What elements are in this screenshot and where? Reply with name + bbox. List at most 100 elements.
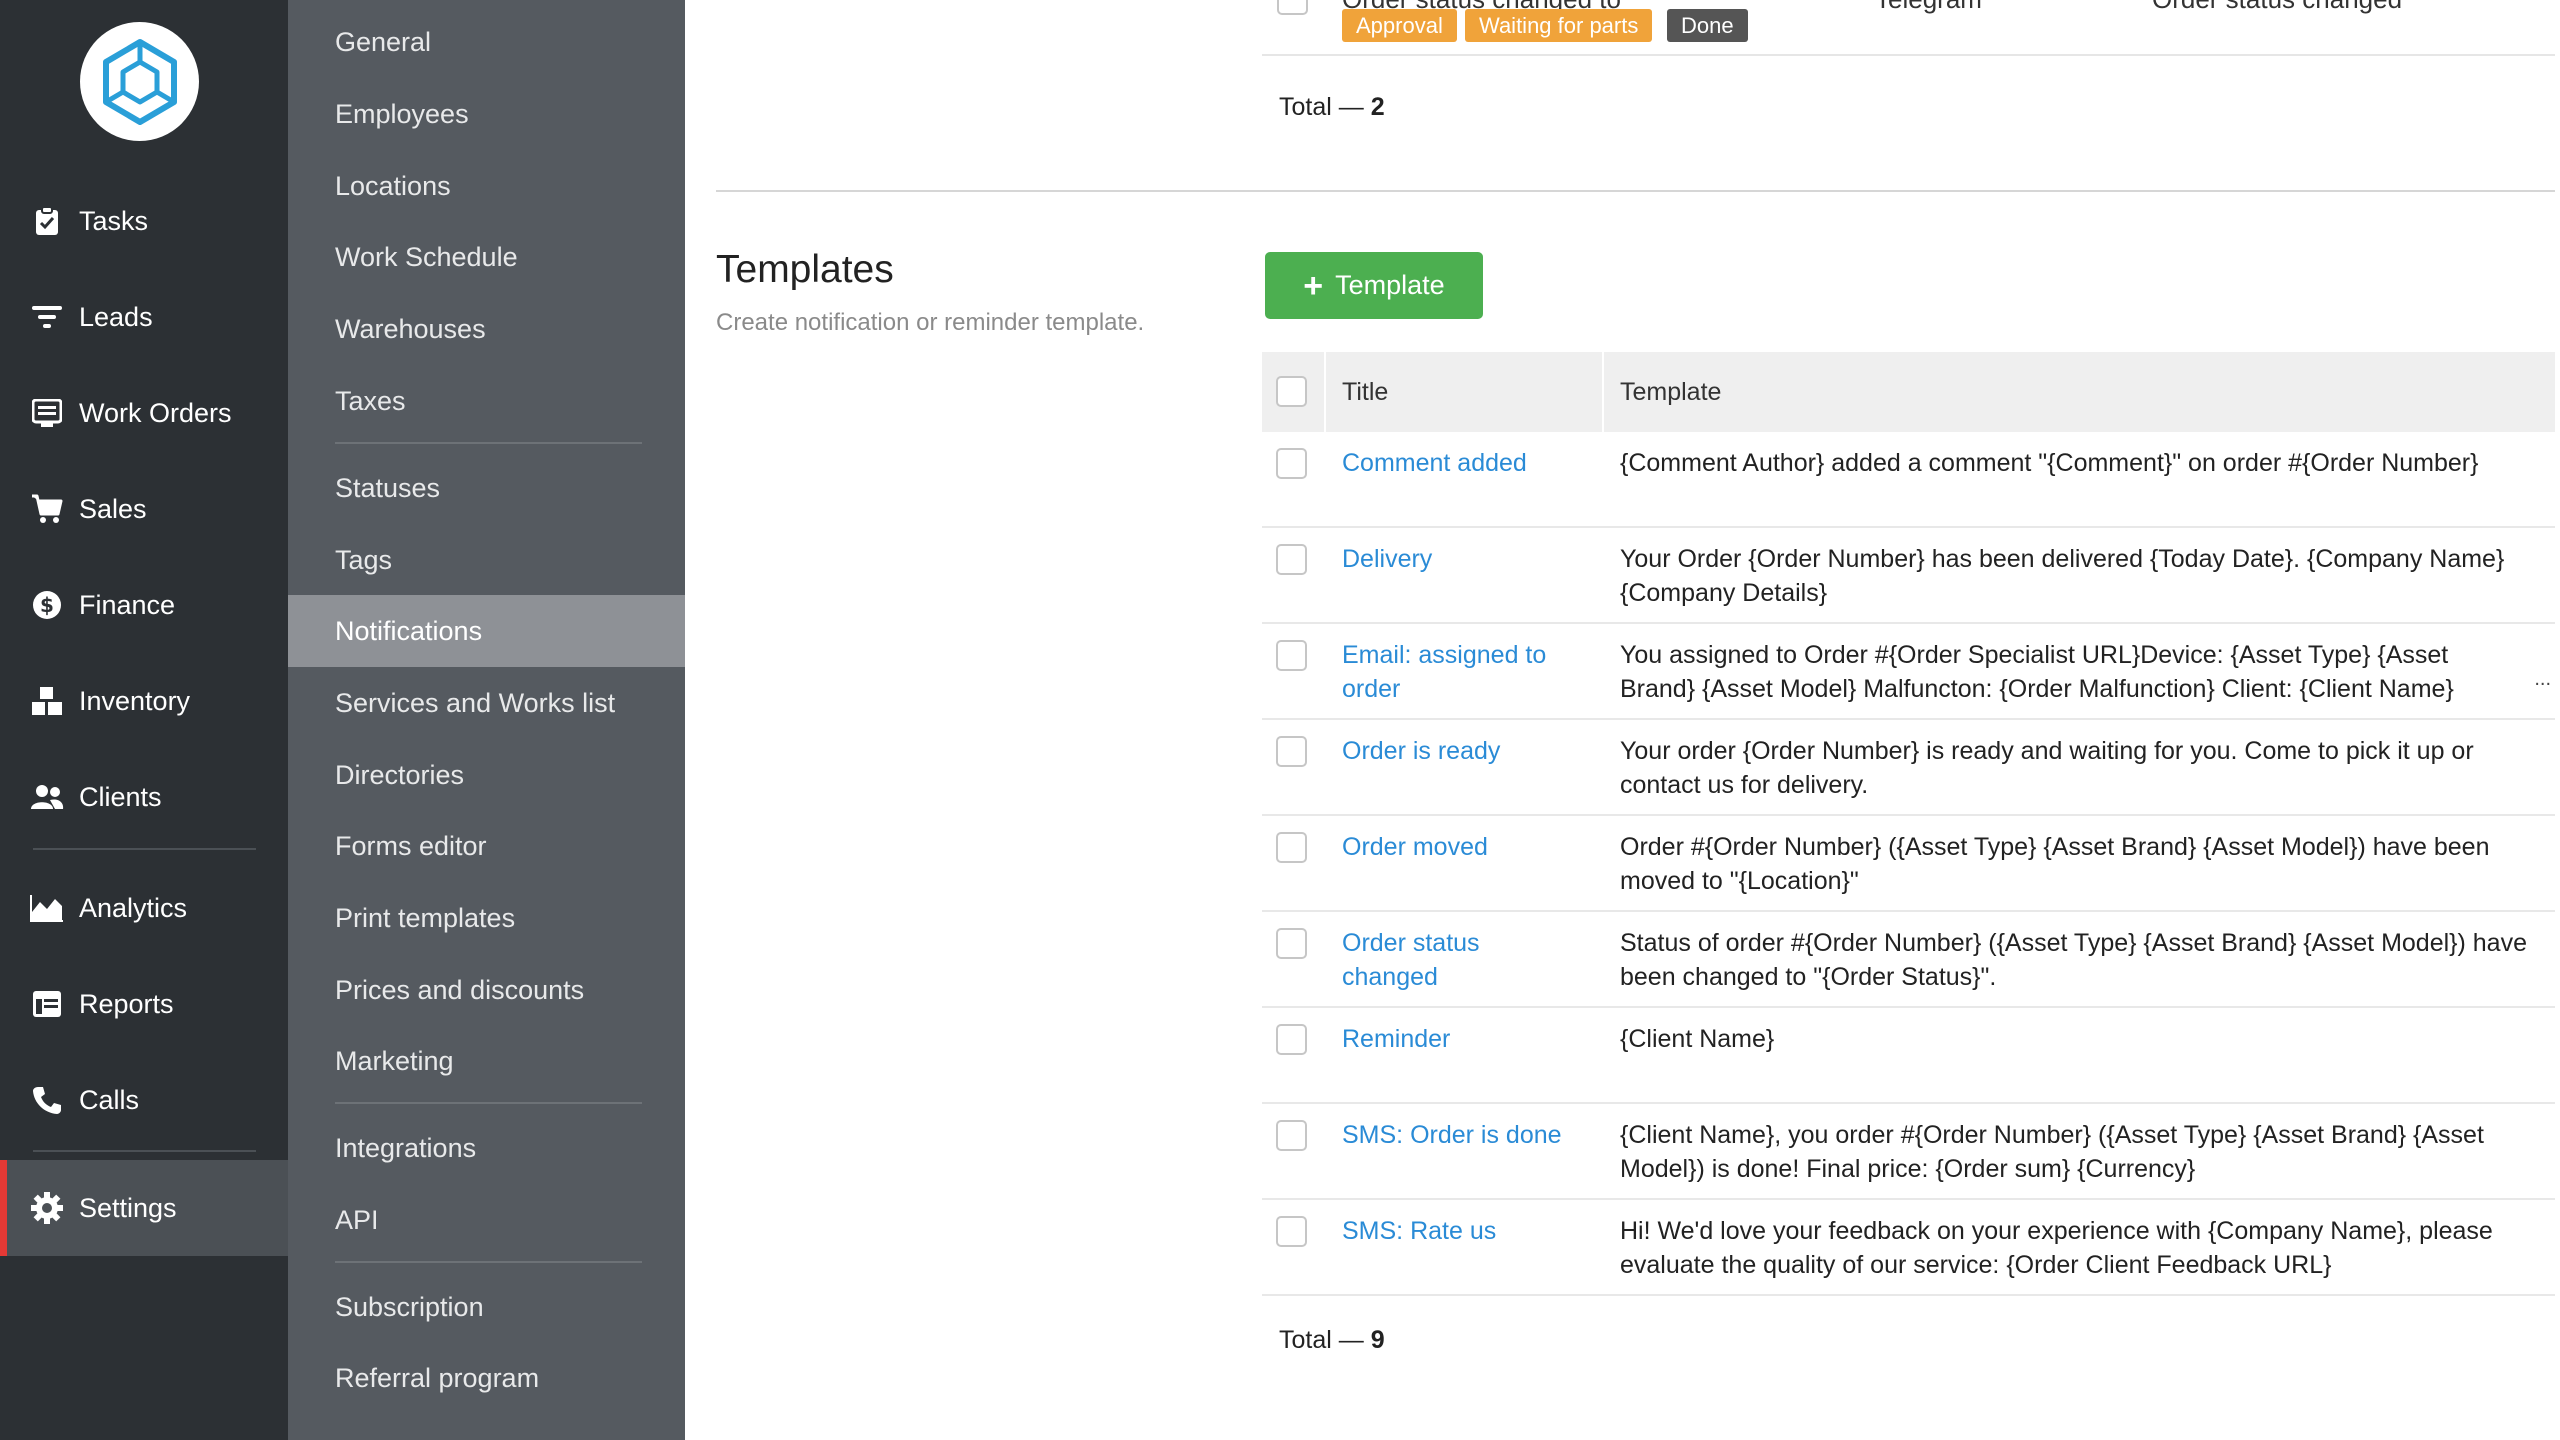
nav-item-settings[interactable]: Settings — [0, 1160, 288, 1256]
status-badge-waiting-for-parts: Waiting for parts — [1465, 9, 1653, 42]
template-title-link[interactable]: Comment added — [1342, 446, 1572, 480]
add-template-label: Template — [1335, 270, 1445, 300]
column-header-title[interactable]: Title — [1342, 352, 1388, 432]
submenu-divider — [335, 1102, 642, 1104]
table-row[interactable]: Email: assigned to order You assigned to… — [1262, 624, 2555, 720]
nav-item-reports[interactable]: Reports — [0, 956, 288, 1052]
clipboard-check-icon — [30, 204, 64, 238]
template-title-link[interactable]: Email: assigned to order — [1342, 638, 1572, 706]
nav-item-tasks[interactable]: Tasks — [0, 173, 288, 269]
submenu-item-subscription[interactable]: Subscription — [288, 1271, 685, 1343]
templates-table: Title Template Comment added {Comment Au… — [1262, 352, 2555, 1296]
row-checkbox[interactable] — [1276, 1120, 1307, 1151]
template-text: Your Order {Order Number} has been deliv… — [1620, 545, 2505, 607]
nav-item-work-orders[interactable]: Work Orders — [0, 365, 288, 461]
submenu-item-api[interactable]: API — [288, 1184, 685, 1256]
submenu-item-prices-and-discounts[interactable]: Prices and discounts — [288, 954, 685, 1026]
row-checkbox[interactable] — [1277, 0, 1308, 15]
dollar-icon: $ — [30, 588, 64, 622]
nav-item-analytics[interactable]: Analytics — [0, 860, 288, 956]
row-checkbox[interactable] — [1276, 640, 1307, 671]
row-checkbox[interactable] — [1276, 736, 1307, 767]
template-title-link[interactable]: Order status changed — [1342, 926, 1502, 994]
users-icon — [30, 780, 64, 814]
nav-item-finance[interactable]: $ Finance — [0, 557, 288, 653]
templates-total: Total — 9 — [1279, 1326, 1385, 1354]
nav-label: Analytics — [79, 892, 188, 923]
table-row[interactable]: SMS: Rate us Hi! We'd love your feedback… — [1262, 1200, 2555, 1296]
table-row[interactable]: Delivery Your Order {Order Number} has b… — [1262, 528, 2555, 624]
nav-label: Reports — [79, 988, 174, 1019]
table-row[interactable]: Reminder {Client Name} — [1262, 1008, 2555, 1104]
hexagon-logo-icon — [102, 38, 177, 125]
submenu-item-employees[interactable]: Employees — [288, 78, 685, 150]
nav-label: Tasks — [79, 205, 149, 236]
table-row[interactable]: Comment added {Comment Author} added a c… — [1262, 432, 2555, 528]
submenu-item-locations[interactable]: Locations — [288, 150, 685, 222]
submenu-item-services-and-works-list[interactable]: Services and Works list — [288, 667, 685, 739]
submenu-item-warehouses[interactable]: Warehouses — [288, 293, 685, 365]
nav-item-sales[interactable]: Sales — [0, 461, 288, 557]
template-title-link[interactable]: Delivery — [1342, 542, 1572, 576]
submenu-divider — [335, 442, 642, 444]
notification-channel: Telegram — [1875, 0, 1982, 15]
main-content: Order status changed to Telegram Order s… — [685, 0, 2560, 1440]
cart-icon — [30, 492, 64, 526]
main-sidebar: Tasks Leads Work Orders Sales $ Finance … — [0, 0, 288, 1440]
nav-label: Clients — [79, 781, 162, 812]
row-checkbox[interactable] — [1276, 1024, 1307, 1055]
select-all-checkbox[interactable] — [1276, 376, 1307, 407]
svg-text:$: $ — [40, 593, 54, 617]
template-text: {Client Name} — [1620, 1025, 1775, 1053]
nav-item-clients[interactable]: Clients — [0, 749, 288, 845]
nav-label: Settings — [79, 1192, 177, 1223]
chart-area-icon — [30, 891, 64, 925]
template-title-link[interactable]: Order moved — [1342, 830, 1572, 864]
app-logo[interactable] — [80, 22, 199, 141]
row-checkbox[interactable] — [1276, 544, 1307, 575]
table-row[interactable]: Order moved Order #{Order Number} ({Asse… — [1262, 816, 2555, 912]
submenu-item-directories[interactable]: Directories — [288, 739, 685, 811]
filter-icon — [30, 300, 64, 334]
submenu-divider — [335, 1261, 642, 1263]
row-checkbox[interactable] — [1276, 832, 1307, 863]
add-template-button[interactable]: + Template — [1265, 252, 1483, 319]
submenu-item-notifications[interactable]: Notifications — [288, 595, 685, 667]
nav-item-leads[interactable]: Leads — [0, 269, 288, 365]
settings-submenu: General Employees Locations Work Schedul… — [288, 0, 685, 1440]
submenu-item-print-templates[interactable]: Print templates — [288, 882, 685, 954]
submenu-item-marketing[interactable]: Marketing — [288, 1025, 685, 1097]
list-icon — [30, 396, 64, 430]
submenu-item-forms-editor[interactable]: Forms editor — [288, 810, 685, 882]
template-title-link[interactable]: Reminder — [1342, 1022, 1572, 1056]
submenu-item-statuses[interactable]: Statuses — [288, 452, 685, 524]
table-icon — [30, 987, 64, 1021]
row-checkbox[interactable] — [1276, 1216, 1307, 1247]
phone-icon — [30, 1083, 64, 1117]
nav-label: Inventory — [79, 685, 191, 716]
top-table-total: Total — 2 — [1279, 93, 1385, 121]
template-text: {Comment Author} added a comment "{Comme… — [1620, 449, 2479, 477]
table-row[interactable]: Order status changed Status of order #{O… — [1262, 912, 2555, 1008]
nav-label: Work Orders — [79, 397, 232, 428]
nav-item-inventory[interactable]: Inventory — [0, 653, 288, 749]
table-row[interactable]: Order is ready Your order {Order Number}… — [1262, 720, 2555, 816]
template-text: Your order {Order Number} is ready and w… — [1620, 737, 2474, 799]
row-checkbox[interactable] — [1276, 928, 1307, 959]
template-title-link[interactable]: SMS: Rate us — [1342, 1214, 1572, 1248]
column-divider — [1324, 352, 1326, 432]
submenu-item-integrations[interactable]: Integrations — [288, 1112, 685, 1184]
row-checkbox[interactable] — [1276, 448, 1307, 479]
submenu-item-tags[interactable]: Tags — [288, 524, 685, 596]
status-badge-approval: Approval — [1342, 9, 1457, 42]
submenu-item-general[interactable]: General — [288, 6, 685, 78]
template-title-link[interactable]: SMS: Order is done — [1342, 1118, 1572, 1152]
nav-item-calls[interactable]: Calls — [0, 1052, 288, 1148]
template-title-link[interactable]: Order is ready — [1342, 734, 1572, 768]
table-row[interactable]: SMS: Order is done {Client Name}, you or… — [1262, 1104, 2555, 1200]
status-badge-done: Done — [1667, 9, 1748, 42]
column-header-template[interactable]: Template — [1620, 352, 1721, 432]
submenu-item-referral-program[interactable]: Referral program — [288, 1342, 685, 1414]
submenu-item-work-schedule[interactable]: Work Schedule — [288, 221, 685, 293]
submenu-item-taxes[interactable]: Taxes — [288, 365, 685, 437]
